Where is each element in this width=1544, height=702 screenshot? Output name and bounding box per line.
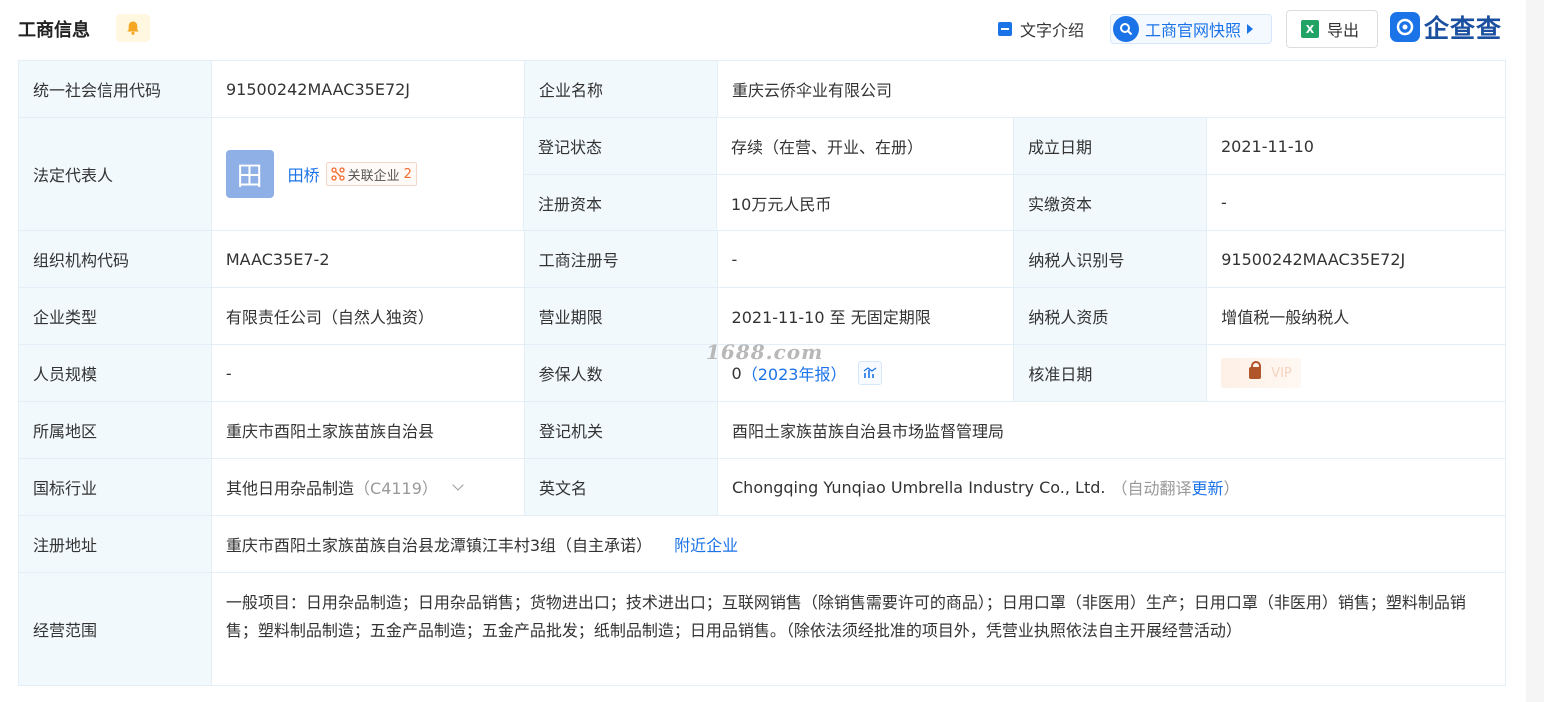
address-label: 注册地址 bbox=[19, 516, 212, 573]
staff-value: - bbox=[211, 345, 525, 402]
section-header: 工商信息 文字介绍 工商官网快照 X 导出 企查查 bbox=[0, 0, 1520, 58]
related-count: 2 bbox=[403, 166, 412, 182]
en-name-label: 英文名 bbox=[525, 459, 718, 516]
reg-no-value: - bbox=[717, 231, 1015, 288]
paid-capital-label: 实缴资本 bbox=[1014, 175, 1207, 231]
company-name-label: 企业名称 bbox=[525, 61, 718, 118]
term-label: 营业期限 bbox=[524, 288, 718, 345]
industry-label: 国标行业 bbox=[19, 459, 212, 516]
table-row: 所属地区 重庆市酉阳土家族苗族自治县 登记机关 酉阳土家族苗族自治县市场监督管理… bbox=[19, 402, 1506, 459]
staff-label: 人员规模 bbox=[19, 345, 212, 402]
vip-lock-text: VIP bbox=[1271, 365, 1292, 381]
taxpayer-id-value[interactable]: 91500242MAAC35E72J bbox=[1207, 231, 1506, 288]
network-icon bbox=[330, 167, 345, 181]
term-value: 2021-11-10 至 无固定期限 bbox=[717, 288, 1015, 345]
scope-value: 一般项目：日用杂品制造；日用杂品销售；货物进出口；技术进出口；互联网销售（除销售… bbox=[225, 593, 1466, 640]
export-button[interactable]: X 导出 bbox=[1286, 10, 1378, 48]
paid-capital-value: - bbox=[1207, 175, 1506, 231]
qcc-logo-text: 企查查 bbox=[1424, 14, 1503, 43]
trend-chart-icon[interactable] bbox=[858, 361, 883, 385]
scrollbar[interactable] bbox=[1526, 0, 1544, 702]
table-row: 统一社会信用代码 91500242MAAC35E72J 企业名称 重庆云侨伞业有… bbox=[19, 61, 1506, 118]
doc-icon bbox=[998, 22, 1012, 36]
table-row: 法定代表人 田 田桥 关联企业 2 登记状态 存续（在营、开业、在册） 成立日期… bbox=[19, 118, 1506, 231]
auto-translate-prefix: （自动翻译 bbox=[1111, 479, 1192, 498]
status-value: 存续（在营、开业、在册） bbox=[717, 118, 1014, 175]
en-name-cell: Chongqing Yunqiao Umbrella Industry Co.,… bbox=[718, 459, 1506, 516]
insured-value: 0 bbox=[731, 363, 742, 383]
type-value: 有限责任公司（自然人独资） bbox=[211, 288, 525, 345]
reg-capital-value: 10万元人民币 bbox=[717, 175, 1014, 231]
caret-right-icon bbox=[1247, 24, 1254, 34]
table-row: 经营范围 一般项目：日用杂品制造；日用杂品销售；货物进出口；技术进出口；互联网销… bbox=[19, 573, 1506, 686]
org-code-value[interactable]: MAAC35E7-2 bbox=[211, 231, 525, 288]
nearby-companies-link[interactable]: 附近企业 bbox=[674, 532, 738, 556]
translate-update-link[interactable]: 更新 bbox=[1191, 475, 1223, 499]
table-row: 注册地址 重庆市酉阳土家族苗族自治县龙潭镇江丰村3组（自主承诺） 附近企业 bbox=[19, 516, 1506, 573]
bell-icon[interactable] bbox=[116, 14, 150, 42]
est-date-value: 2021-11-10 bbox=[1207, 118, 1506, 175]
legal-rep-cell: 田 田桥 关联企业 2 bbox=[211, 118, 524, 231]
approve-date-label: 核准日期 bbox=[1014, 345, 1208, 402]
taxpayer-id-label: 纳税人识别号 bbox=[1014, 231, 1208, 288]
avatar[interactable]: 田 bbox=[225, 150, 274, 198]
legal-rep-link[interactable]: 田桥 bbox=[288, 162, 320, 186]
industry-value: 其他日用杂品制造 bbox=[226, 479, 355, 498]
lock-icon bbox=[1249, 361, 1262, 379]
official-snapshot-label: 工商官网快照 bbox=[1145, 21, 1242, 40]
related-label: 关联企业 bbox=[347, 168, 400, 184]
excel-icon: X bbox=[1301, 20, 1319, 38]
en-name-value: Chongqing Yunqiao Umbrella Industry Co.,… bbox=[732, 477, 1106, 497]
related-companies-badge[interactable]: 关联企业 2 bbox=[325, 162, 417, 186]
export-label: 导出 bbox=[1327, 21, 1360, 40]
reg-no-label: 工商注册号 bbox=[524, 231, 718, 288]
region-label: 所属地区 bbox=[19, 402, 212, 459]
tax-qual-label: 纳税人资质 bbox=[1014, 288, 1208, 345]
industry-code: （C4119） bbox=[354, 479, 438, 498]
text-intro-button[interactable]: 文字介绍 bbox=[998, 14, 1084, 44]
region-value: 重庆市酉阳土家族苗族自治县 bbox=[212, 402, 525, 459]
tax-qual-value: 增值税一般纳税人 bbox=[1207, 288, 1506, 345]
insured-year-link[interactable]: （2023年报） bbox=[742, 361, 847, 385]
business-info-table: 统一社会信用代码 91500242MAAC35E72J 企业名称 重庆云侨伞业有… bbox=[18, 60, 1506, 686]
industry-cell[interactable]: 其他日用杂品制造 （C4119） bbox=[212, 459, 525, 516]
approve-date-cell: VIP bbox=[1207, 345, 1506, 402]
org-code-label: 组织机构代码 bbox=[19, 231, 212, 288]
section-title: 工商信息 bbox=[18, 20, 90, 41]
reg-capital-label: 注册资本 bbox=[524, 175, 717, 231]
qcc-logo-icon bbox=[1390, 12, 1420, 42]
table-row: 国标行业 其他日用杂品制造 （C4119） 英文名 Chongqing Yunq… bbox=[19, 459, 1506, 516]
insured-label: 参保人数 bbox=[524, 345, 718, 402]
text-intro-label: 文字介绍 bbox=[1020, 21, 1085, 40]
qcc-logo[interactable]: 企查查 bbox=[1390, 10, 1502, 44]
authority-value: 酉阳土家族苗族自治县市场监督管理局 bbox=[718, 402, 1506, 459]
chevron-down-icon[interactable] bbox=[452, 479, 464, 491]
scope-label: 经营范围 bbox=[19, 573, 212, 686]
address-cell: 重庆市酉阳土家族苗族自治县龙潭镇江丰村3组（自主承诺） 附近企业 bbox=[211, 516, 1506, 573]
authority-label: 登记机关 bbox=[525, 402, 718, 459]
vip-lock[interactable]: VIP bbox=[1221, 358, 1302, 388]
official-snapshot-button[interactable]: 工商官网快照 bbox=[1110, 14, 1272, 44]
watermark: 1688.com bbox=[706, 340, 824, 364]
scope-cell: 一般项目：日用杂品制造；日用杂品销售；货物进出口；技术进出口；互联网销售（除销售… bbox=[211, 573, 1506, 686]
table-row: 组织机构代码 MAAC35E7-2 工商注册号 - 纳税人识别号 9150024… bbox=[19, 231, 1506, 288]
table-row: 企业类型 有限责任公司（自然人独资） 营业期限 2021-11-10 至 无固定… bbox=[19, 288, 1506, 345]
credit-code-label: 统一社会信用代码 bbox=[19, 61, 212, 118]
credit-code-value[interactable]: 91500242MAAC35E72J bbox=[212, 61, 525, 118]
legal-rep-label: 法定代表人 bbox=[19, 118, 212, 231]
type-label: 企业类型 bbox=[19, 288, 212, 345]
address-value: 重庆市酉阳土家族苗族自治县龙潭镇江丰村3组（自主承诺） bbox=[225, 536, 653, 555]
search-icon bbox=[1113, 16, 1139, 42]
auto-translate-suffix: ） bbox=[1223, 479, 1240, 498]
company-name-value[interactable]: 重庆云侨伞业有限公司 bbox=[718, 61, 1506, 118]
est-date-label: 成立日期 bbox=[1014, 118, 1207, 175]
status-label: 登记状态 bbox=[524, 118, 717, 175]
